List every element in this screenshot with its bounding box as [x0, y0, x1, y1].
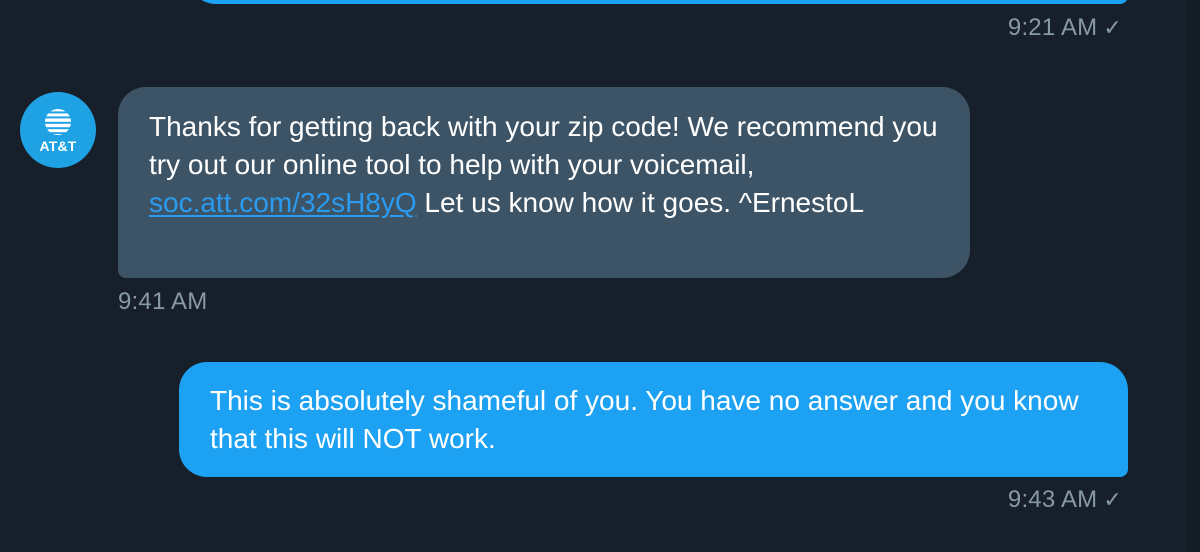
incoming-message-bubble[interactable]: Thanks for getting back with your zip co…	[118, 87, 970, 278]
avatar[interactable]: AT&T	[20, 92, 96, 168]
scrollbar[interactable]	[1186, 0, 1200, 552]
timestamp-text: 9:41 AM	[118, 288, 208, 315]
message-text: Thanks for getting back with your zip co…	[149, 111, 938, 180]
att-globe-icon	[45, 108, 71, 135]
message-link[interactable]: soc.att.com/32sH8yQ	[149, 187, 417, 218]
message-timestamp: 9:41 AM	[118, 288, 207, 316]
message-text: This is absolutely shameful of you. You …	[210, 385, 1079, 454]
message-text-continued: Let us know how it goes. ^ErnestoL	[416, 187, 865, 218]
message-timestamp: 9:21 AM ✓	[1008, 14, 1122, 42]
check-icon: ✓	[1103, 15, 1122, 40]
dm-conversation: 9:21 AM ✓ AT&T Thanks for getting back wi…	[0, 0, 1200, 552]
timestamp-text: 9:43 AM	[1007, 486, 1098, 513]
message-timestamp: 9:43 AM ✓	[1008, 486, 1122, 514]
check-icon: ✓	[1103, 487, 1122, 512]
avatar-label: AT&T	[39, 137, 77, 154]
timestamp-text: 9:21 AM	[1007, 14, 1098, 41]
outgoing-message-bubble-partial[interactable]	[188, 0, 1128, 4]
outgoing-message-bubble[interactable]: This is absolutely shameful of you. You …	[179, 362, 1128, 477]
